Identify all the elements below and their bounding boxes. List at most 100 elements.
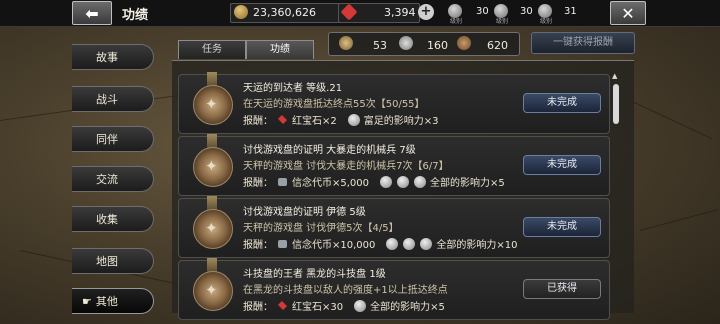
silver-medal-icon — [399, 36, 413, 50]
tab-label: 功绩 — [270, 44, 290, 55]
sidebar-item-story[interactable]: 故事 — [72, 44, 154, 70]
close-icon: ✕ — [621, 3, 635, 23]
reward-item: 富足的影响力×3 — [363, 116, 439, 127]
sidebar-item-label: 收集 — [96, 213, 118, 226]
map-line — [629, 100, 712, 139]
sidebar-item-companion[interactable]: 同伴 — [72, 126, 154, 152]
sidebar-item-label: 同伴 — [96, 133, 118, 146]
achievement-description: 在黑龙的斗技盘以敌人的强度+1以上抵达终点 — [243, 285, 448, 296]
reward-label: 报酬： — [243, 240, 273, 251]
achievement-row: 斗技盘的王者 黑龙的斗技盘 1级 在黑龙的斗技盘以敌人的强度+1以上抵达终点 报… — [178, 258, 610, 320]
achievement-description: 在天运的游戏盘抵达终点55次【50/55】 — [243, 99, 425, 110]
influence-icon — [386, 237, 399, 250]
back-arrow-icon: ⬅ — [85, 3, 99, 23]
bronze-medal-count: 620 — [487, 39, 508, 52]
scrollbar[interactable]: ▲ — [612, 72, 620, 308]
reward-item: 信念代币×5,000 — [292, 178, 370, 189]
reward-item: 红宝石×30 — [292, 302, 344, 313]
achievement-status-button[interactable]: 已获得 — [523, 279, 601, 299]
ruby-gem-icon — [340, 3, 358, 21]
ribbon-icon — [207, 72, 217, 86]
achievement-title: 讨伐游戏盘的证明 伊德 5级 — [243, 207, 366, 218]
medal-icon — [193, 85, 233, 125]
reward-item: 全部的影响力×5 — [430, 178, 505, 189]
achievement-description: 天秤的游戏盘 讨伐大暴走的机械兵7次【6/7】 — [243, 161, 449, 172]
achievement-status-button[interactable]: 未完成 — [523, 93, 601, 113]
badge-value: 31 — [564, 6, 577, 17]
sidebar-item-label: 故事 — [96, 51, 118, 64]
reward-label: 报酬： — [243, 116, 273, 127]
claim-all-rewards-button[interactable]: 一键获得报酬 — [531, 32, 635, 54]
map-line — [639, 209, 718, 231]
faith-token-icon — [278, 239, 287, 248]
sidebar-item-label: 战斗 — [96, 93, 118, 106]
close-button[interactable]: ✕ — [610, 1, 646, 25]
pointing-hand-icon: ☛ — [82, 294, 92, 308]
reward-item: 红宝石×2 — [292, 116, 337, 127]
gold-medal-count: 53 — [373, 39, 387, 52]
achievement-title: 天运的到达者 等级.21 — [243, 83, 343, 94]
tab-quests[interactable]: 任务 — [178, 40, 246, 59]
back-button[interactable]: ⬅ — [72, 1, 112, 25]
achievement-status-button[interactable]: 未完成 — [523, 217, 601, 237]
influence-icon — [420, 237, 433, 250]
ruby-gem-icon — [277, 300, 288, 311]
reward-item: 全部的影响力×10 — [436, 240, 518, 251]
sidebar-item-label: 地图 — [96, 255, 118, 268]
gem-value: 3,394 — [384, 6, 416, 19]
bronze-medal-icon — [457, 36, 471, 50]
medal-stats: 53 160 620 — [328, 32, 520, 56]
achievement-row: 讨伐游戏盘的证明 伊德 5级 天秤的游戏盘 讨伐伊德5次【4/5】 报酬： 信念… — [178, 196, 610, 258]
medal-icon — [193, 147, 233, 187]
top-bar: ⬅ 功绩 23,360,626 3,394 + 级别 30 级别 30 级别 3… — [0, 0, 720, 27]
sidebar-item-label: 其他 — [95, 295, 118, 308]
sidebar-item-battle[interactable]: 战斗 — [72, 86, 154, 112]
scroll-thumb[interactable] — [613, 84, 619, 124]
badge-value: 30 — [520, 6, 533, 17]
achievement-row: 天运的到达者 等级.21 在天运的游戏盘抵达终点55次【50/55】 报酬： 红… — [178, 72, 610, 134]
achievement-description: 天秤的游戏盘 讨伐伊德5次【4/5】 — [243, 223, 399, 234]
tab-achievements[interactable]: 功绩 — [246, 40, 314, 59]
sidebar-item-map[interactable]: 地图 — [72, 248, 154, 274]
influence-icon — [397, 175, 410, 188]
influence-icon — [380, 175, 393, 188]
ruby-gem-icon — [277, 114, 288, 125]
gem-counter: 3,394 — [338, 3, 420, 23]
reward-label: 报酬： — [243, 302, 273, 313]
medal-icon — [193, 271, 233, 311]
gold-coin-icon — [234, 5, 248, 19]
sidebar-item-collection[interactable]: 收集 — [72, 206, 154, 232]
reward-item: 信念代币×10,000 — [292, 240, 376, 251]
badge-label: 级别 — [450, 18, 463, 25]
achievement-title: 讨伐游戏盘的证明 大暴走的机械兵 7级 — [243, 145, 416, 156]
influence-icon — [414, 175, 427, 188]
ribbon-icon — [207, 258, 217, 272]
badge-value: 30 — [476, 6, 489, 17]
reward-label: 报酬： — [243, 178, 273, 189]
scroll-up-icon: ▲ — [612, 72, 618, 80]
achievement-title: 斗技盘的王者 黑龙的斗技盘 1级 — [243, 269, 386, 280]
achievement-status-button[interactable]: 未完成 — [523, 155, 601, 175]
ribbon-icon — [207, 134, 217, 148]
achievement-reward: 报酬： 红宝石×30 全部的影响力×5 — [243, 298, 445, 313]
gold-value: 23,360,626 — [253, 6, 316, 19]
badge-label: 级别 — [496, 18, 509, 25]
sidebar-item-social[interactable]: 交流 — [72, 166, 154, 192]
tab-label: 任务 — [202, 44, 222, 55]
influence-icon — [354, 299, 367, 312]
medal-icon — [193, 209, 233, 249]
faith-token-icon — [278, 177, 287, 186]
achievement-row: 讨伐游戏盘的证明 大暴走的机械兵 7级 天秤的游戏盘 讨伐大暴走的机械兵7次【6… — [178, 134, 610, 196]
reward-item: 全部的影响力×5 — [370, 302, 445, 313]
gold-medal-icon — [339, 36, 353, 50]
achievement-reward: 报酬： 信念代币×5,000 全部的影响力×5 — [243, 174, 505, 189]
badge-label: 级别 — [540, 18, 553, 25]
influence-icon — [403, 237, 416, 250]
achievement-reward: 报酬： 红宝石×2 富足的影响力×3 — [243, 112, 439, 127]
silver-medal-count: 160 — [427, 39, 448, 52]
achievement-reward: 报酬： 信念代币×10,000 全部的影响力×10 — [243, 236, 517, 251]
influence-icon — [347, 113, 360, 126]
ribbon-icon — [207, 196, 217, 210]
add-gems-button[interactable]: + — [418, 4, 434, 20]
sidebar-item-other[interactable]: ☛ 其他 — [72, 288, 154, 314]
